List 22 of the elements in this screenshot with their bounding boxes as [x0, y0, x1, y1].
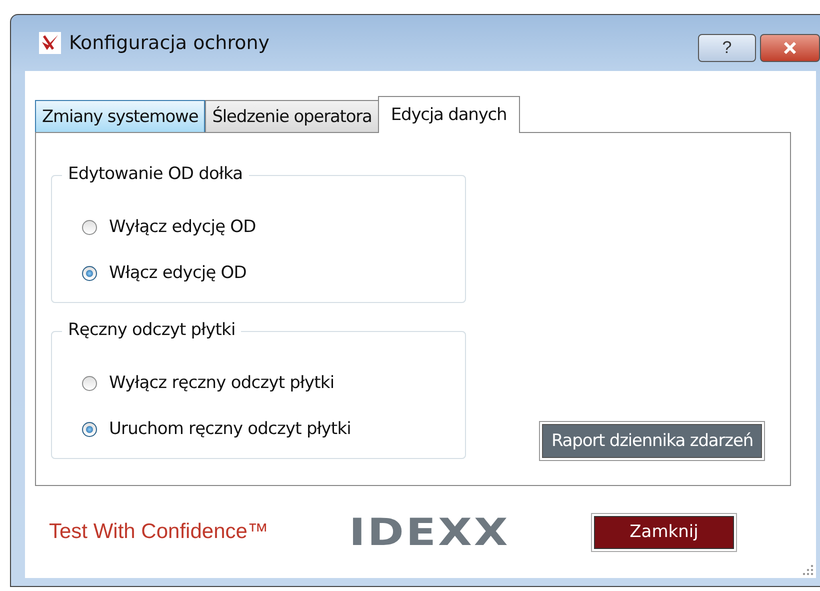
- radio-label[interactable]: Wyłącz ręczny odczyt płytki: [109, 373, 334, 393]
- logo-text: IDEXX: [349, 510, 511, 554]
- slogan-text: Test With Confidence™: [49, 520, 270, 544]
- group-title: Ręczny odczyt płytki: [62, 320, 242, 340]
- radio-button[interactable]: [82, 422, 97, 436]
- group-title: Edytowanie OD dołka: [62, 164, 249, 184]
- window-title: Konfiguracja ochrony: [69, 32, 270, 54]
- tab[interactable]: Zmiany systemowe: [35, 100, 206, 132]
- radio-label[interactable]: Uruchom ręczny odczyt płytki: [109, 419, 351, 439]
- tab[interactable]: Śledzenie operatora: [205, 100, 379, 132]
- help-button[interactable]: ?: [698, 34, 756, 62]
- close-icon: [782, 42, 798, 54]
- tab[interactable]: Edycja danych: [378, 96, 520, 133]
- radio-button[interactable]: [82, 220, 97, 234]
- radio-button[interactable]: [82, 266, 97, 280]
- report-button[interactable]: Raport dziennika zdarzeń: [542, 424, 762, 458]
- check-mark-icon: [39, 32, 61, 54]
- radio-button[interactable]: [82, 376, 97, 390]
- radio-label[interactable]: Wyłącz edycję OD: [109, 217, 256, 237]
- radio-label[interactable]: Włącz edycję OD: [109, 263, 246, 283]
- resize-grip-icon: [802, 564, 814, 576]
- close-button[interactable]: [760, 34, 820, 62]
